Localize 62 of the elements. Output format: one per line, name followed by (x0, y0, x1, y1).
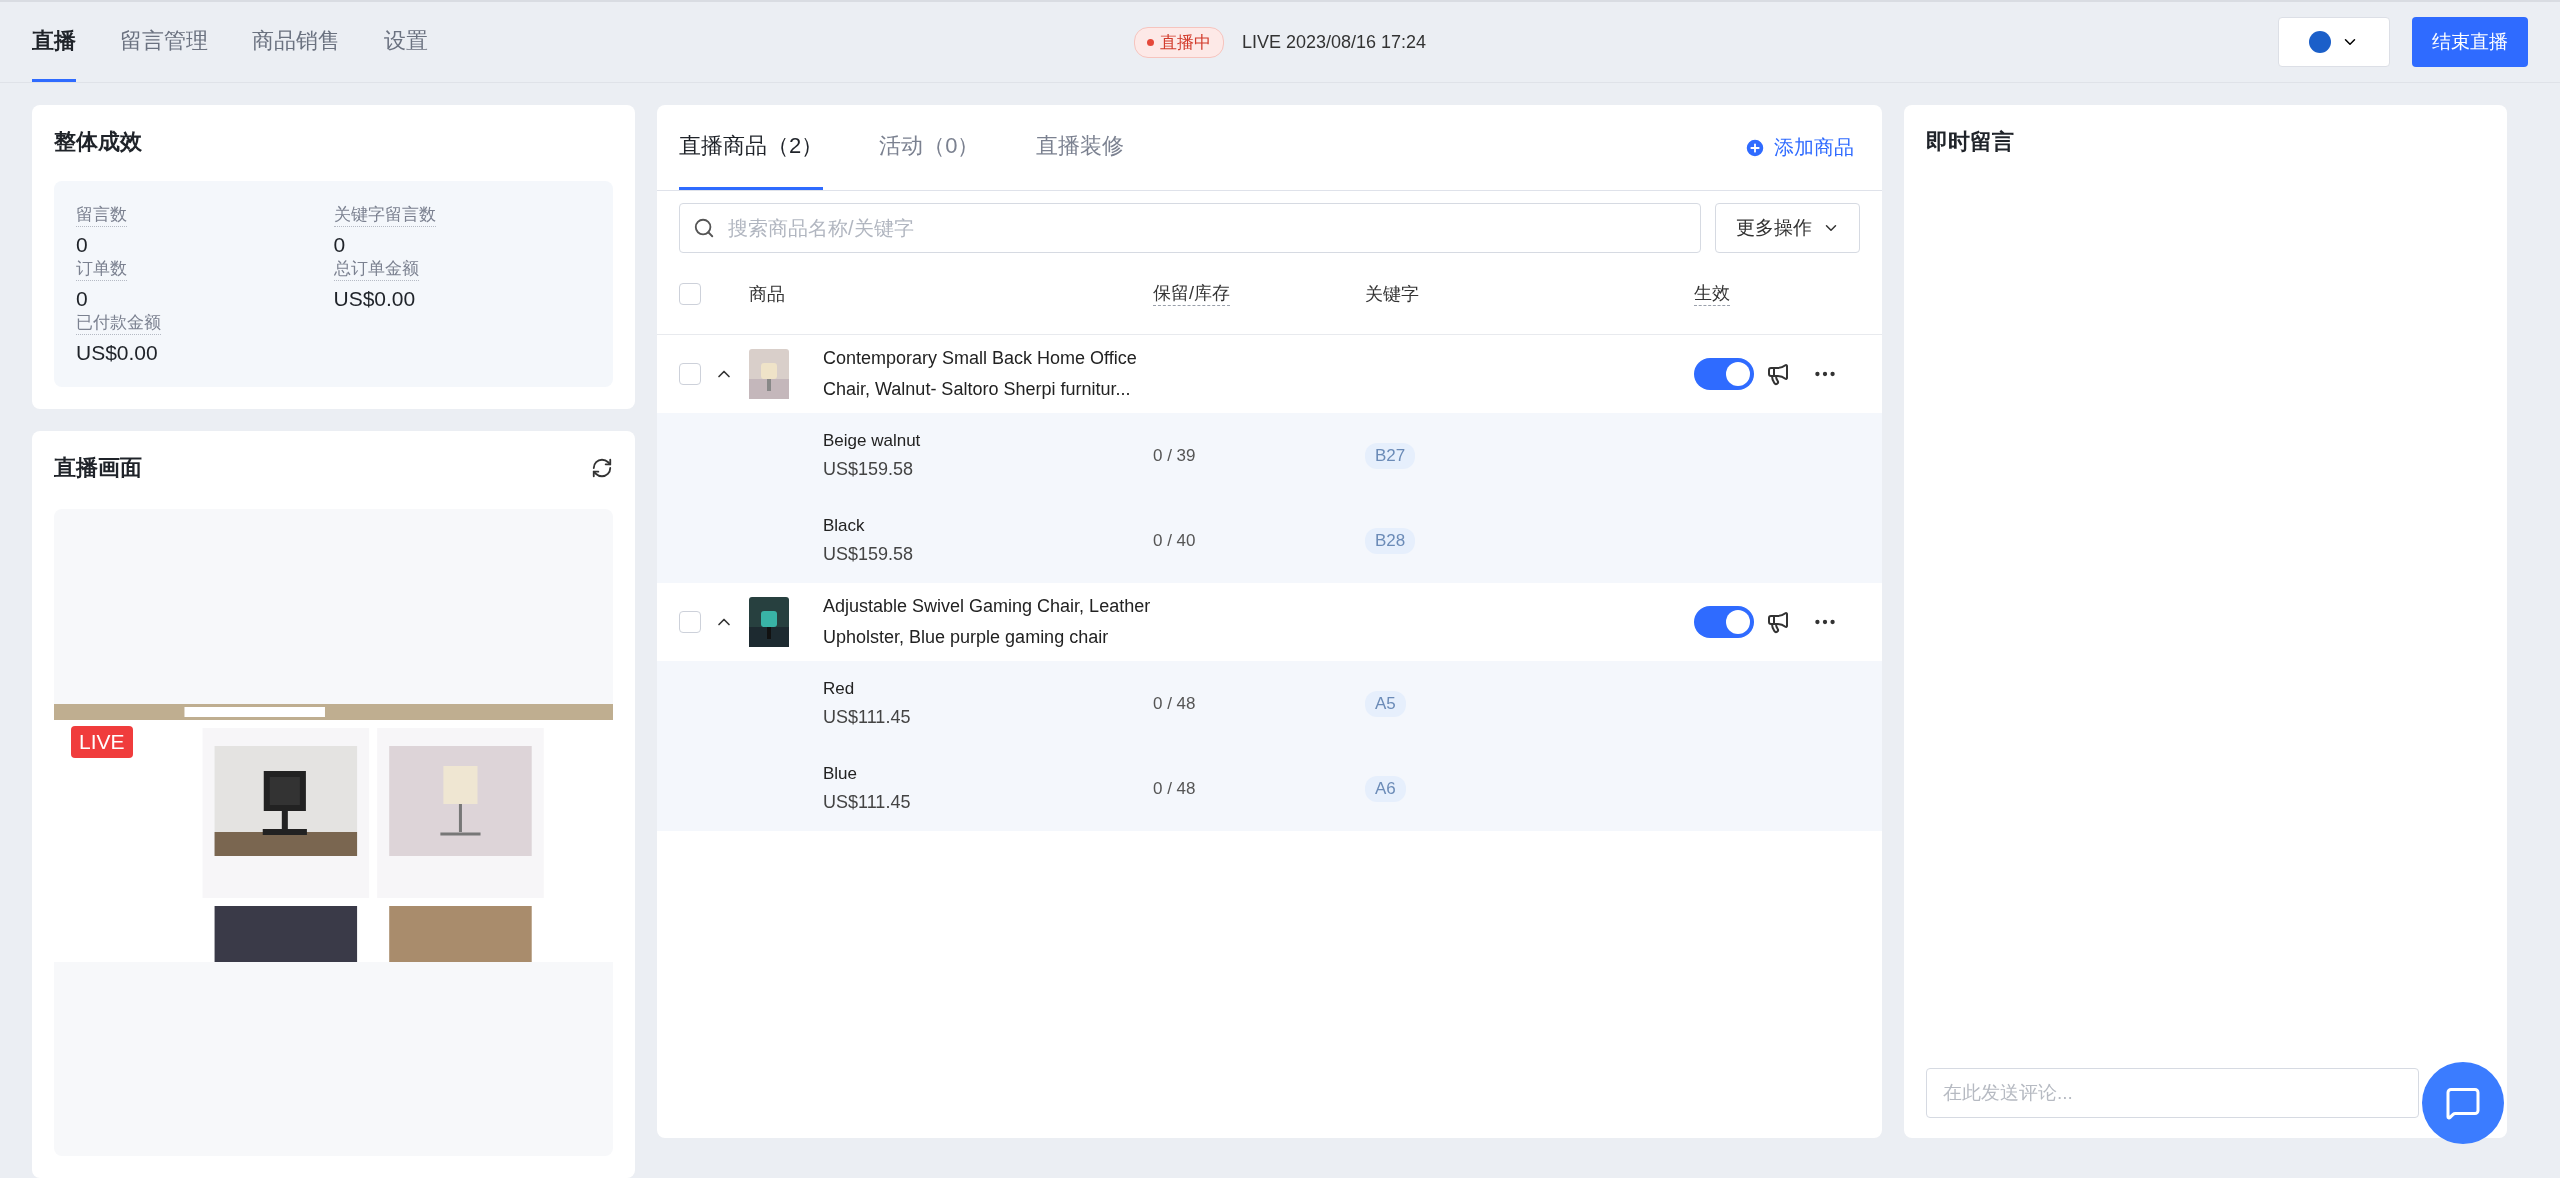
megaphone-icon[interactable] (1766, 610, 1790, 634)
variant-price: US$159.58 (823, 459, 915, 480)
product-tab[interactable]: 活动（0） (879, 105, 980, 190)
variant-name: Black (823, 516, 866, 536)
plus-icon (1744, 136, 1766, 159)
live-badge: LIVE (71, 726, 133, 758)
live-timestamp: LIVE 2023/08/16 17:24 (1241, 31, 1427, 53)
stat-label: 已付款金额 (76, 311, 161, 335)
stat-label: 关键字留言数 (333, 203, 436, 227)
card-title: 直播画面 (54, 454, 142, 482)
comment-input-field[interactable]: 在此发送评论... (1926, 1068, 2419, 1118)
variant-name: Blue (823, 764, 859, 784)
keyword-tag: A5 (1365, 690, 1406, 717)
stock-count: 0 / 48 (1153, 693, 1197, 714)
nav-tab[interactable]: 商品销售 (252, 2, 340, 82)
refresh-icon[interactable] (591, 457, 613, 479)
nav-tab[interactable]: 留言管理 (120, 2, 208, 82)
stock-count: 0 / 40 (1153, 530, 1197, 551)
product-name: Adjustable Swivel Gaming Chair, Leather Upholster, Blue purple gaming chair (823, 595, 1152, 649)
search-icon (693, 217, 715, 239)
stat-label: 留言数 (76, 203, 127, 227)
stock-count: 0 / 39 (1153, 445, 1197, 466)
checkbox[interactable] (679, 282, 701, 305)
more-actions-dropdown[interactable]: 更多操作 (1715, 203, 1860, 253)
card-title: 即时留言 (1926, 128, 2015, 156)
variant-price: US$111.45 (823, 792, 912, 813)
checkbox[interactable] (679, 363, 701, 385)
search-field[interactable]: 搜索商品名称/关键字 (679, 203, 1701, 253)
product-name: Contemporary Small Back Home Office Chair, Walnut- Saltoro Sherpi furnitur... (823, 347, 1138, 401)
end-live-button[interactable]: 结束直播 (2412, 17, 2528, 67)
card-title: 整体成效 (54, 128, 143, 156)
checkbox[interactable] (679, 611, 701, 633)
account-avatar-icon (2309, 31, 2331, 53)
variant-name: Red (823, 679, 856, 699)
megaphone-icon[interactable] (1766, 362, 1790, 386)
product-tab[interactable]: 直播商品（2） (679, 105, 824, 190)
live-status-badge: 直播中 (1133, 26, 1224, 58)
keyword-tag: A6 (1365, 775, 1406, 802)
column-header: 商品 (749, 282, 785, 306)
stat-value: 0 (76, 287, 89, 311)
column-header: 生效 (1694, 281, 1730, 306)
stat-value: 0 (333, 233, 347, 257)
stat-value: US$0.00 (76, 341, 159, 365)
keyword-tag: B28 (1365, 527, 1416, 554)
keyword-tag: B27 (1365, 442, 1416, 469)
product-tab[interactable]: 直播装修 (1035, 105, 1124, 190)
variant-price: US$111.45 (823, 707, 912, 728)
variant-name: Beige walnut (823, 431, 922, 451)
variant-price: US$159.58 (823, 544, 915, 565)
account-selector[interactable] (2278, 17, 2390, 67)
stat-label: 总订单金额 (333, 257, 419, 281)
stat-value: US$0.00 (333, 287, 417, 311)
toggle-switch[interactable] (1694, 358, 1754, 390)
nav-tab[interactable]: 直播 (32, 2, 76, 82)
stat-label: 订单数 (76, 257, 127, 281)
add-product-link[interactable]: 添加商品 (1738, 105, 1860, 190)
nav-tab[interactable]: 设置 (384, 2, 428, 82)
column-header: 关键字 (1365, 282, 1419, 306)
toggle-switch[interactable] (1694, 606, 1754, 638)
stock-count: 0 / 48 (1153, 778, 1197, 799)
stat-value: 0 (76, 233, 89, 257)
column-header: 保留/库存 (1153, 281, 1230, 306)
